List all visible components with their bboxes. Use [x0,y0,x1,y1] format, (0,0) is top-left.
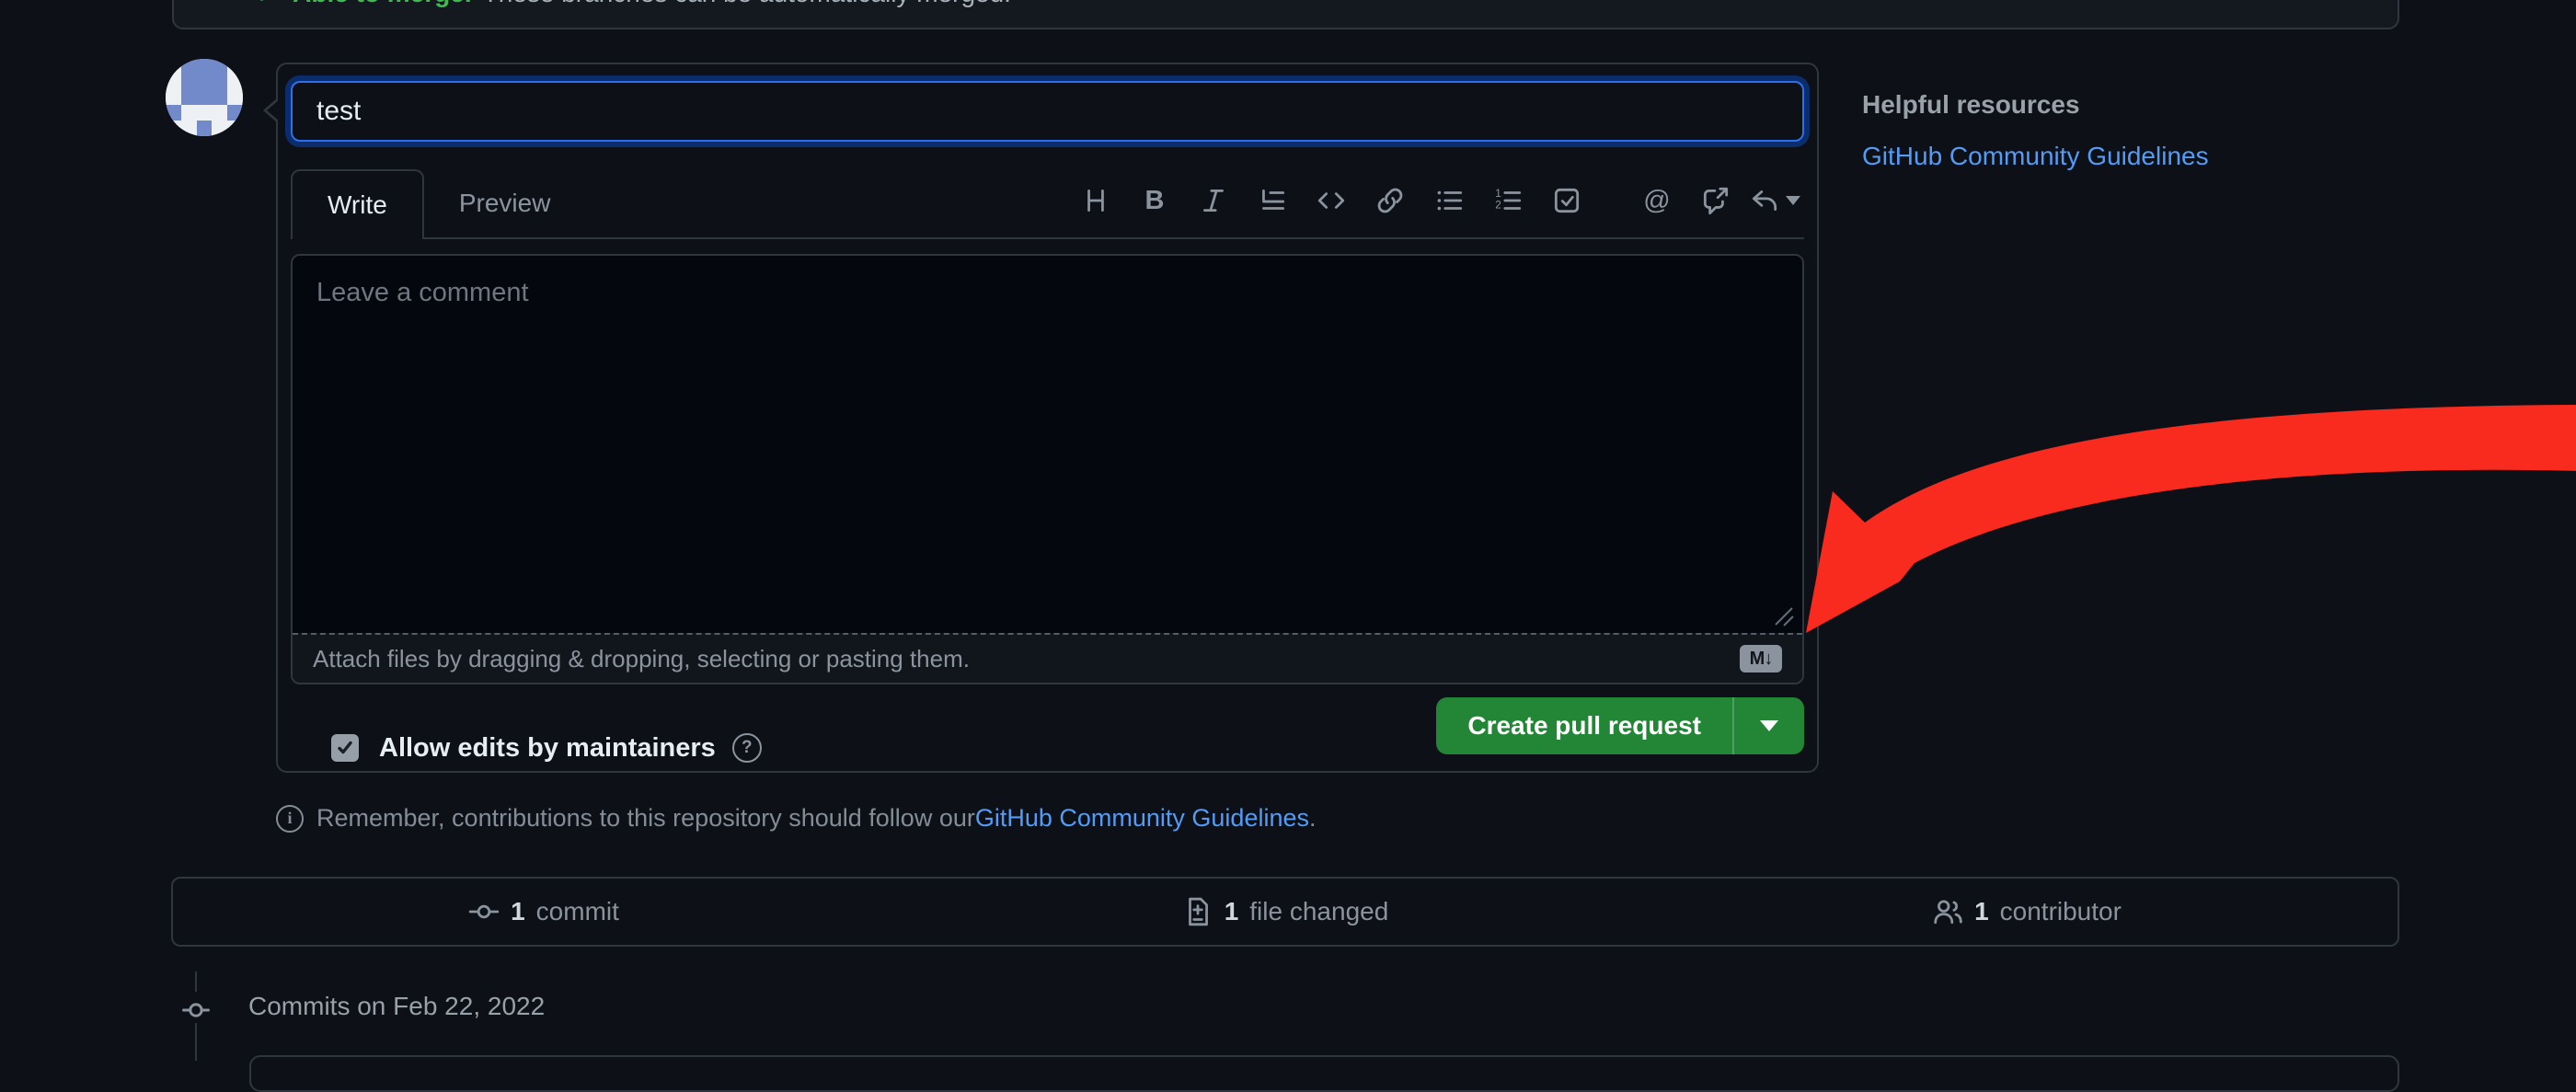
attach-hint: Attach files by dragging & dropping, sel… [313,645,970,673]
note-text: Remember, contributions to this reposito… [316,804,975,833]
create-pr-dropdown-button[interactable] [1732,697,1804,754]
chevron-down-icon [1760,720,1778,731]
checkmark-icon [335,738,355,758]
commit-count: 1 [511,897,525,926]
mention-button[interactable]: @ [1627,178,1686,223]
allow-edits-checkbox[interactable] [331,734,359,762]
link-icon [1374,185,1406,216]
code-button[interactable] [1302,178,1361,223]
guidelines-note: i Remember, contributions to this reposi… [276,804,1317,833]
contributors-label: contributor [2000,897,2122,926]
italic-button[interactable] [1184,178,1243,223]
bold-icon: B [1145,186,1165,216]
markdown-toolbar: B 12 @ [1066,178,1804,223]
note-suffix: . [1309,804,1317,833]
file-diff-icon [1182,896,1213,927]
pr-title-input[interactable] [291,81,1804,142]
avatar [166,59,243,136]
helpful-resources: Helpful resources GitHub Community Guide… [1862,90,2209,171]
stat-files-changed[interactable]: 1 file changed [914,879,1656,945]
unordered-list-icon [1433,185,1465,216]
cross-reference-button[interactable] [1686,178,1745,223]
saved-replies-button[interactable] [1745,178,1804,223]
allow-edits-label: Allow edits by maintainers [379,733,716,764]
create-pr-button[interactable]: Create pull request [1436,697,1732,754]
create-pr-split-button: Create pull request [1436,697,1804,754]
tab-write[interactable]: Write [291,169,424,239]
timeline-line [195,971,197,992]
commit-timeline-icon [179,994,213,1031]
tasklist-icon [1551,185,1582,216]
mention-icon: @ [1643,186,1670,216]
files-label: file changed [1249,897,1388,926]
merge-status-banner: ✓ Able to merge. These branches can be a… [172,0,2399,29]
check-icon: ✓ [255,0,278,10]
action-row: Allow edits by maintainers ? Create pull… [291,697,1804,754]
commit-icon [468,896,500,927]
italic-icon [1198,185,1229,216]
note-guidelines-link[interactable]: GitHub Community Guidelines [975,804,1309,833]
merge-status-message: These branches can be automatically merg… [483,0,1011,8]
svg-text:1: 1 [1495,188,1501,200]
commit-label: commit [536,897,619,926]
pull-request-compose-card: Write Preview B [276,63,1819,773]
tasklist-button[interactable] [1537,178,1596,223]
heading-icon [1080,185,1111,216]
tab-preview[interactable]: Preview [424,169,586,237]
stat-commits[interactable]: 1 commit [173,879,914,945]
tab-bar: Write Preview B [291,169,1804,239]
commits-date-heading: Commits on Feb 22, 2022 [248,992,545,1021]
bold-button[interactable]: B [1125,178,1184,223]
comment-box: Attach files by dragging & dropping, sel… [291,254,1804,684]
quote-button[interactable] [1243,178,1302,223]
attach-files-bar[interactable]: Attach files by dragging & dropping, sel… [293,633,1802,683]
ordered-list-button[interactable]: 12 [1478,178,1537,223]
ordered-list-icon: 12 [1492,185,1524,216]
helpful-resources-heading: Helpful resources [1862,90,2209,120]
cross-reference-icon [1700,185,1731,216]
code-icon [1316,185,1347,216]
svg-text:2: 2 [1495,200,1501,212]
help-icon[interactable]: ? [732,733,762,763]
contributors-count: 1 [1974,897,1989,926]
files-count: 1 [1225,897,1239,926]
quote-icon [1257,185,1288,216]
commit-card-partial [249,1055,2399,1092]
community-guidelines-link[interactable]: GitHub Community Guidelines [1862,142,2209,170]
people-icon [1932,896,1963,927]
info-icon: i [276,805,304,833]
stats-bar: 1 commit 1 file changed 1 contributor [171,877,2399,947]
unordered-list-button[interactable] [1420,178,1478,223]
heading-button[interactable] [1066,178,1125,223]
comment-textarea[interactable] [293,256,1802,633]
chevron-down-icon [1786,196,1800,205]
saved-replies-icon [1749,185,1780,216]
markdown-icon[interactable]: M↓ [1740,645,1782,672]
allow-edits-group: Allow edits by maintainers ? [331,733,762,764]
link-button[interactable] [1361,178,1420,223]
stat-contributors[interactable]: 1 contributor [1656,879,2398,945]
annotation-arrow [1789,385,2576,670]
merge-status-text: Able to merge. [293,0,471,8]
resize-handle[interactable] [1771,603,1795,627]
